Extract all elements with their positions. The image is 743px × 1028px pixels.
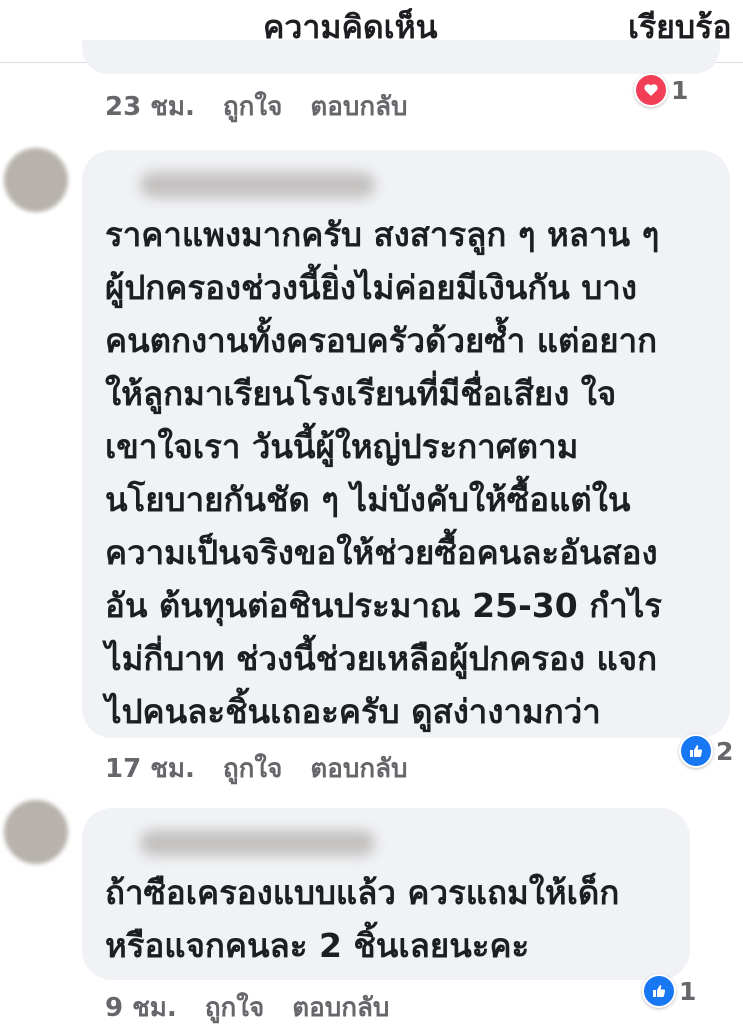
like-button[interactable]: ถูกใจ [223, 748, 282, 789]
comment-meta: 9 ชม. ถูกใจ ตอบกลับ [105, 987, 417, 1028]
commenter-name[interactable] [140, 172, 375, 198]
reaction-summary[interactable]: 1 [642, 973, 696, 1009]
comment-text: ราคาแพงมากครับ สงสารลูก ๆ หลาน ๆ ผู้ปกคร… [105, 215, 663, 731]
commenter-name[interactable] [140, 830, 375, 856]
like-icon [642, 974, 676, 1008]
comment-time[interactable]: 9 ชม. [105, 987, 177, 1028]
comment-bubble [82, 40, 720, 74]
reaction-summary[interactable]: 1 [634, 72, 688, 108]
comment-meta: 17 ชม. ถูกใจ ตอบกลับ [105, 748, 436, 789]
reaction-count: 1 [679, 976, 697, 1006]
reply-button[interactable]: ตอบกลับ [292, 987, 389, 1028]
avatar[interactable] [4, 800, 68, 864]
like-button[interactable]: ถูกใจ [223, 86, 282, 127]
comment-meta: 23 ชม. ถูกใจ ตอบกลับ [105, 86, 436, 127]
comment-time[interactable]: 23 ชม. [105, 86, 195, 127]
reaction-count: 1 [671, 75, 689, 105]
heart-icon [634, 73, 668, 107]
like-icon [679, 734, 713, 768]
reply-button[interactable]: ตอบกลับ [310, 86, 407, 127]
reaction-count: 2 [716, 736, 734, 766]
comment-text: ถ้าซือเครองแบบแล้ว ควรแถมให้เด็ก หรือแจก… [105, 873, 620, 965]
like-button[interactable]: ถูกใจ [205, 987, 264, 1028]
avatar[interactable] [4, 148, 68, 212]
reaction-summary[interactable]: 2 [679, 733, 733, 769]
reply-button[interactable]: ตอบกลับ [310, 748, 407, 789]
comment-time[interactable]: 17 ชม. [105, 748, 195, 789]
